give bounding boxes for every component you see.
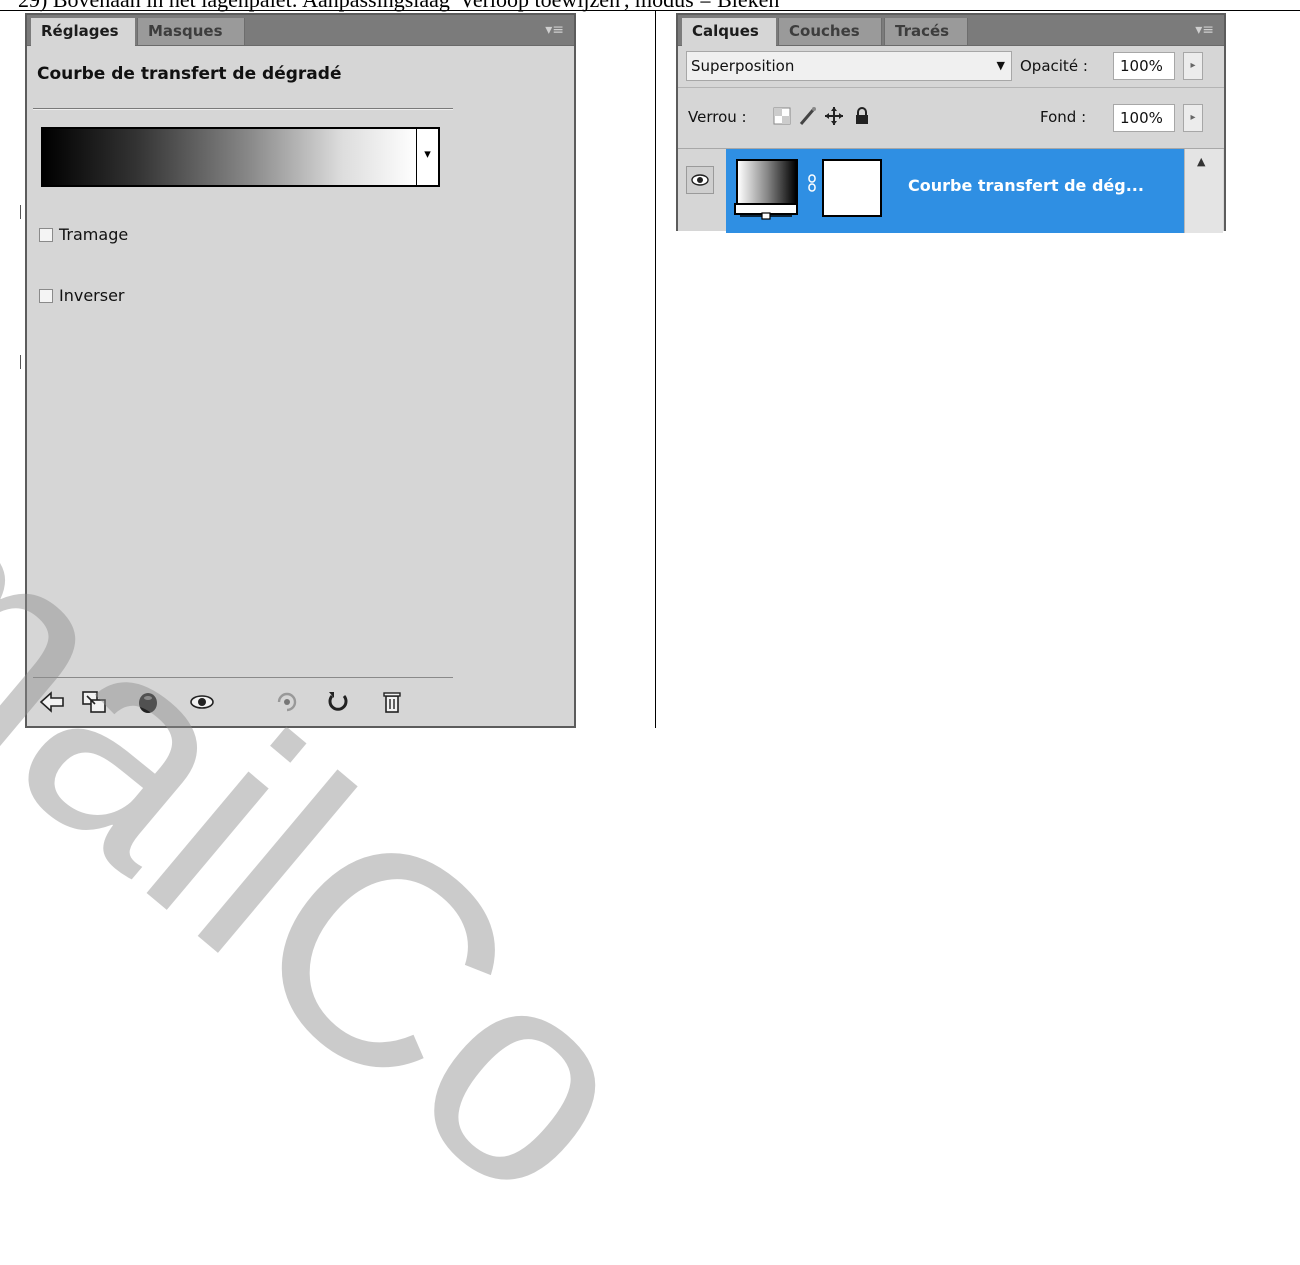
clip-to-layer-icon[interactable]: [79, 687, 109, 717]
view-previous-state-icon[interactable]: [187, 687, 217, 717]
frame-tick: [20, 205, 21, 219]
lock-fill-row: Verrou : Fond : 100% ▸: [678, 88, 1224, 149]
panel-menu-icon[interactable]: ▾≡: [545, 22, 564, 38]
gradient-picker[interactable]: ▾: [41, 127, 440, 187]
scroll-up-icon[interactable]: ▲: [1197, 155, 1205, 168]
caption: 29) Bovenaan in het lagenpalet: Aanpassi…: [18, 0, 779, 13]
dropdown-arrow-icon: ▼: [996, 59, 1005, 72]
layers-scrollbar[interactable]: ▲: [1184, 149, 1223, 233]
adjustment-layer-badge-icon: [734, 203, 798, 220]
visibility-toggle-icon[interactable]: [133, 687, 163, 717]
frame-divider: [655, 10, 656, 728]
lock-all-icon[interactable]: [852, 106, 872, 126]
adjustments-panel: Réglages Masques ▾≡ Courbe de transfert …: [25, 13, 576, 728]
fill-label: Fond :: [1040, 108, 1087, 126]
title-separator: [33, 108, 453, 110]
layers-panel: Calques Couches Tracés ▾≡ Superposition …: [676, 13, 1226, 233]
adjustments-footer: [27, 681, 567, 721]
opacity-label: Opacité :: [1020, 57, 1088, 75]
tab-calques[interactable]: Calques: [682, 18, 776, 46]
adjustment-title: Courbe de transfert de dégradé: [37, 64, 342, 84]
lock-position-icon[interactable]: [824, 106, 844, 126]
reverse-option[interactable]: Inverser: [39, 286, 125, 305]
dither-option[interactable]: Tramage: [39, 225, 128, 244]
blend-mode-value: Superposition: [691, 57, 795, 75]
lock-label: Verrou :: [688, 108, 747, 126]
opacity-input[interactable]: 100%: [1113, 52, 1175, 80]
back-arrow-icon[interactable]: [37, 687, 67, 717]
opacity-slider-button[interactable]: ▸: [1183, 52, 1203, 80]
fill-input[interactable]: 100%: [1113, 104, 1175, 132]
frame-tick: [20, 355, 21, 369]
tab-masques[interactable]: Masques: [137, 18, 245, 45]
mask-link-icon[interactable]: [806, 173, 818, 193]
tab-couches[interactable]: Couches: [778, 18, 882, 45]
trash-icon[interactable]: [377, 687, 407, 717]
dither-checkbox[interactable]: [39, 227, 53, 242]
reverse-checkbox[interactable]: [39, 288, 53, 303]
layer-selection-highlight[interactable]: Courbe transfert de dég...: [726, 149, 1184, 233]
layer-row[interactable]: Courbe transfert de dég... ▲: [678, 149, 1224, 233]
reset-to-default-icon[interactable]: [273, 687, 303, 717]
dither-label: Tramage: [59, 225, 129, 244]
blend-opacity-row: Superposition ▼ Opacité : 100% ▸: [678, 45, 1224, 88]
layer-visibility-icon[interactable]: [686, 166, 714, 194]
gradient-dropdown-arrow-icon[interactable]: ▾: [416, 129, 438, 185]
lock-transparency-icon[interactable]: [772, 106, 792, 126]
panel-menu-icon[interactable]: ▾≡: [1195, 22, 1214, 38]
layers-tabbar: Calques Couches Tracés ▾≡: [678, 15, 1224, 46]
blend-mode-select[interactable]: Superposition ▼: [686, 51, 1012, 81]
lock-image-pixels-icon[interactable]: [798, 106, 818, 126]
fill-slider-button[interactable]: ▸: [1183, 104, 1203, 132]
layer-mask-thumbnail[interactable]: [822, 159, 882, 217]
footer-separator: [33, 677, 453, 678]
gradient-swatch[interactable]: [43, 129, 417, 185]
frame-top-border: [0, 10, 1300, 11]
layer-name[interactable]: Courbe transfert de dég...: [908, 176, 1144, 195]
tab-traces[interactable]: Tracés: [884, 18, 968, 45]
tab-reglages[interactable]: Réglages: [31, 18, 135, 46]
reset-icon[interactable]: [323, 687, 353, 717]
adjustments-tabbar: Réglages Masques ▾≡: [27, 15, 574, 46]
reverse-label: Inverser: [59, 286, 125, 305]
